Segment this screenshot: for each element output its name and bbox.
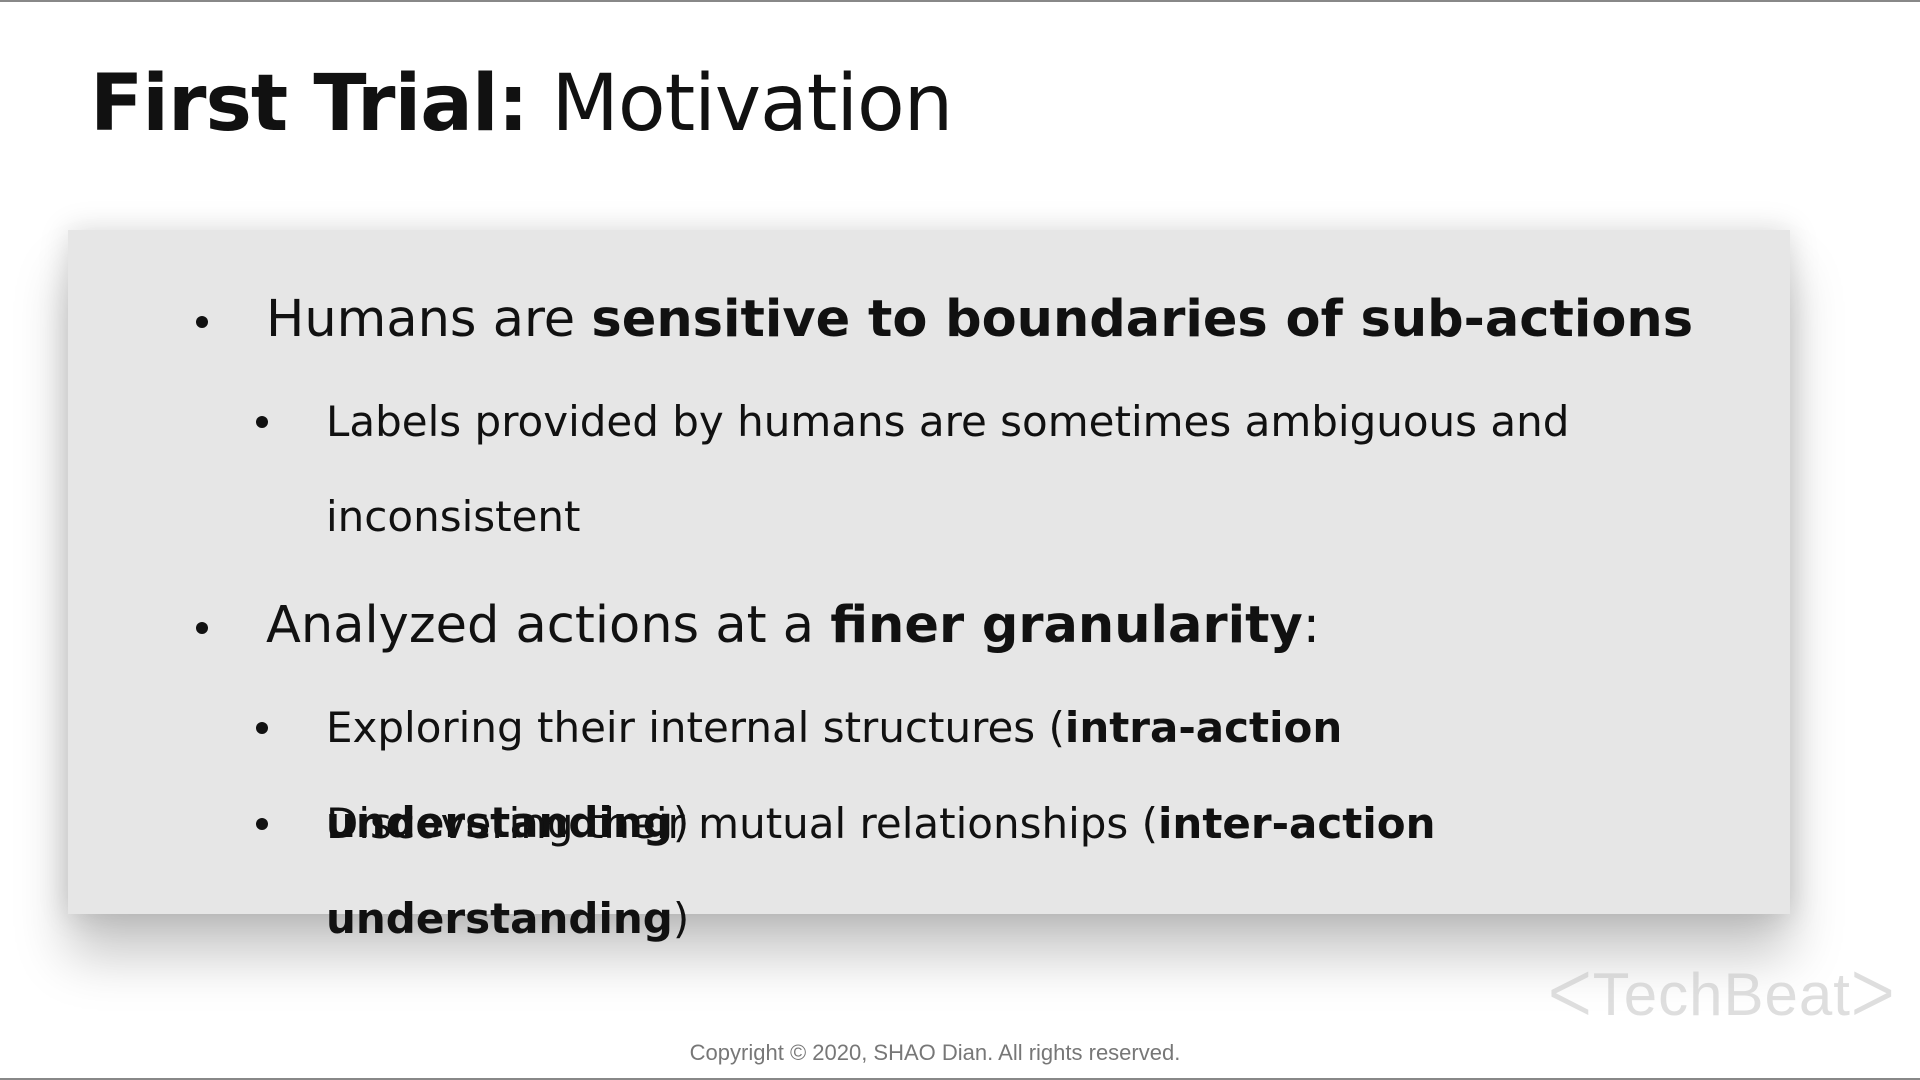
bullet-segment: : xyxy=(1302,596,1320,655)
bullet-dot-icon xyxy=(256,818,268,830)
bullet-dot-icon xyxy=(256,722,268,734)
bullet-segment: Analyzed actions at a xyxy=(266,596,831,655)
bullet-segment-bold: sensitive to boundaries of sub-actions xyxy=(591,290,1694,349)
slide-title-rest: Motivation xyxy=(527,59,954,149)
bullet-dot-icon xyxy=(196,622,208,634)
presentation-slide: First Trial: Motivation Humans are sensi… xyxy=(0,0,1920,1080)
content-panel: Humans are sensitive to boundaries of su… xyxy=(68,230,1790,943)
bullet-segment: Exploring their internal structures ( xyxy=(326,703,1065,752)
bullet-segment: Discovering their mutual relationships ( xyxy=(326,799,1159,848)
bullet-text: Discovering their mutual relationships (… xyxy=(326,776,1676,966)
bullet-segment: Humans are xyxy=(266,290,592,349)
copyright-footer: Copyright © 2020, SHAO Dian. All rights … xyxy=(689,1040,1181,1065)
bullet-segment: ) xyxy=(672,894,690,943)
bullet-dot-icon xyxy=(196,316,208,328)
techbeat-watermark: ᐸTechBeatᐳ xyxy=(1548,961,1896,1028)
bullet-dot-icon xyxy=(256,416,268,428)
slide-title: First Trial: Motivation xyxy=(90,54,954,154)
bullet-text: Labels provided by humans are sometimes … xyxy=(326,397,1570,541)
bullet-text: Humans are sensitive to boundaries of su… xyxy=(266,288,1693,352)
bullet-text: Analyzed actions at a finer granularity: xyxy=(266,594,1320,658)
slide-title-bold: First Trial: xyxy=(90,59,529,149)
bullet-segment-bold: finer granularity xyxy=(830,596,1303,655)
